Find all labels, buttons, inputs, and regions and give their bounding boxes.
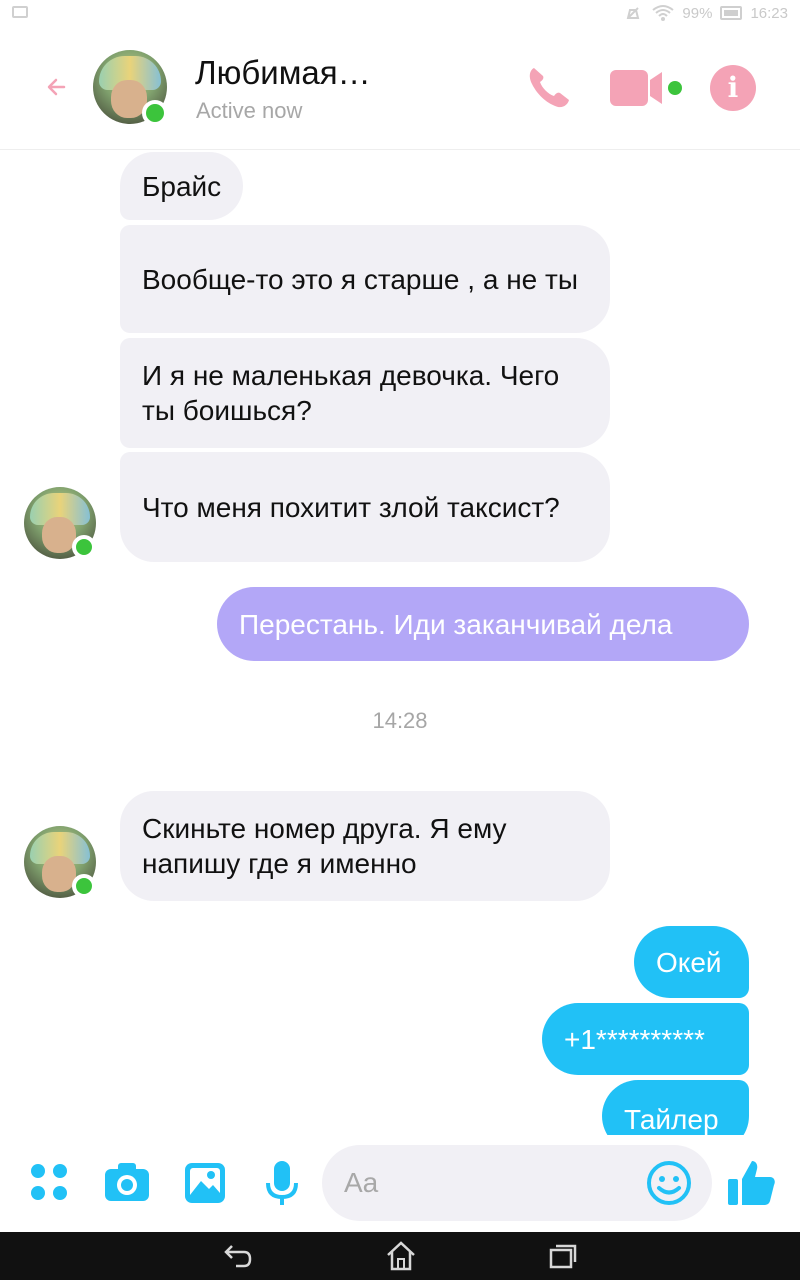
online-indicator <box>72 535 96 559</box>
message-list[interactable]: Брайс Вообще-то это я старше , а не ты И… <box>0 150 800 1135</box>
message-text: Скиньте номер друга. Я ему напишу где я … <box>142 813 507 879</box>
apps-dots-icon[interactable] <box>30 1163 70 1203</box>
info-icon[interactable]: i <box>710 65 756 111</box>
phone-icon[interactable] <box>524 62 574 112</box>
composer-bar: Aa <box>0 1135 800 1232</box>
back-arrow-icon[interactable] <box>42 72 72 102</box>
thumbs-up-icon[interactable] <box>726 1157 778 1209</box>
contact-name[interactable]: Любимая… <box>195 54 371 92</box>
message-bubble-outgoing[interactable]: Тайлер <box>602 1080 749 1135</box>
video-camera-icon[interactable] <box>608 66 668 110</box>
microphone-icon[interactable] <box>264 1159 300 1209</box>
conversation-header: Любимая… Active now i <box>0 28 800 150</box>
avatar-face <box>42 517 76 553</box>
message-input-placeholder: Aa <box>344 1167 379 1198</box>
nav-recents-icon[interactable] <box>548 1242 578 1270</box>
status-bar-right: 99% 16:23 <box>624 4 788 22</box>
silent-icon <box>627 7 640 19</box>
message-bubble[interactable]: Вообще-то это я старше , а не ты <box>120 225 610 333</box>
message-text: И я не маленькая девочка. Чего ты боишьс… <box>142 360 560 426</box>
active-status: Active now <box>196 98 303 123</box>
message-bubble-outgoing[interactable]: Окей <box>634 926 749 998</box>
online-indicator <box>72 874 96 898</box>
message-text: Окей <box>656 946 722 978</box>
message-bubble[interactable]: И я не маленькая девочка. Чего ты боишьс… <box>120 338 610 448</box>
message-text: Брайс <box>142 170 222 202</box>
message-bubble-outgoing[interactable]: Перестань. Иди заканчивай дела <box>217 587 749 661</box>
message-text: Вообще-то это я старше , а не ты <box>142 263 578 295</box>
wifi-icon <box>652 5 675 21</box>
message-bubble[interactable]: Что меня похитит злой таксист? <box>120 452 610 562</box>
message-text: Тайлер <box>624 1104 719 1135</box>
avatar-face <box>42 856 76 892</box>
emoji-icon[interactable] <box>646 1160 692 1206</box>
status-bar: 99% 16:23 <box>0 0 800 28</box>
notification-icon <box>12 6 28 18</box>
message-text: +1********** <box>564 1023 705 1055</box>
gallery-icon[interactable] <box>183 1161 227 1205</box>
nav-home-icon[interactable] <box>384 1240 418 1272</box>
system-nav-bar <box>0 1232 800 1280</box>
message-bubble[interactable]: Брайс <box>120 152 244 220</box>
message-input[interactable]: Aa <box>322 1145 712 1221</box>
battery-percent: 99% <box>682 4 713 22</box>
nav-back-icon[interactable] <box>222 1242 254 1270</box>
camera-icon[interactable] <box>103 1161 151 1203</box>
online-indicator <box>142 100 168 126</box>
message-bubble[interactable]: Скиньте номер друга. Я ему напишу где я … <box>120 791 610 901</box>
battery-icon <box>720 6 743 20</box>
message-text: Что меня похитит злой таксист? <box>142 491 560 523</box>
message-text: Перестань. Иди заканчивай дела <box>239 608 673 640</box>
message-bubble-outgoing[interactable]: +1********** <box>542 1003 749 1075</box>
clock: 16:23 <box>750 4 788 22</box>
video-online-dot <box>668 81 682 95</box>
timestamp: 14:28 <box>372 708 428 733</box>
